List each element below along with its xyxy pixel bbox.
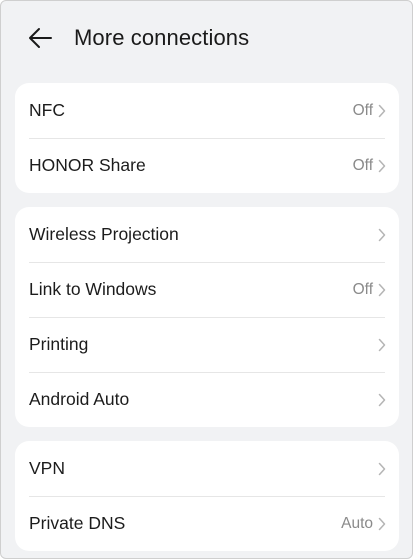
row-trailing	[378, 393, 386, 407]
row-label: Wireless Projection	[29, 224, 179, 244]
settings-group-network: VPN Private DNS Auto	[15, 441, 399, 551]
row-trailing: Off	[353, 102, 386, 120]
row-trailing: Off	[353, 281, 386, 299]
back-button[interactable]	[23, 21, 57, 55]
chevron-right-icon	[378, 517, 386, 530]
row-value: Auto	[341, 514, 373, 532]
row-trailing: Off	[353, 157, 386, 175]
row-label: Link to Windows	[29, 279, 157, 299]
arrow-left-icon	[29, 28, 52, 48]
settings-group-nearby: NFC Off HONOR Share Off	[15, 83, 399, 193]
row-label: Android Auto	[29, 389, 130, 409]
row-label: NFC	[29, 100, 65, 120]
row-label: HONOR Share	[29, 155, 146, 175]
row-value: Off	[352, 280, 373, 298]
settings-row-private-dns[interactable]: Private DNS Auto	[15, 496, 399, 551]
chevron-right-icon	[378, 283, 386, 296]
chevron-right-icon	[378, 338, 386, 351]
chevron-right-icon	[378, 228, 386, 241]
settings-row-link-to-windows[interactable]: Link to Windows Off	[15, 262, 399, 317]
settings-screen: More connections NFC Off HONOR Share Off…	[0, 0, 413, 559]
settings-row-printing[interactable]: Printing	[15, 317, 399, 372]
row-value: Off	[352, 101, 373, 119]
row-value: Off	[352, 156, 373, 174]
row-trailing	[378, 338, 386, 352]
row-trailing	[378, 462, 386, 476]
app-header: More connections	[1, 1, 412, 75]
row-label: Private DNS	[29, 513, 126, 533]
settings-row-vpn[interactable]: VPN	[15, 441, 399, 496]
chevron-right-icon	[378, 393, 386, 406]
row-label: Printing	[29, 334, 89, 354]
row-label: VPN	[29, 458, 65, 478]
chevron-right-icon	[378, 462, 386, 475]
row-trailing	[378, 228, 386, 242]
settings-row-nfc[interactable]: NFC Off	[15, 83, 399, 138]
settings-row-android-auto[interactable]: Android Auto	[15, 372, 399, 427]
chevron-right-icon	[378, 104, 386, 117]
page-title: More connections	[74, 25, 250, 50]
chevron-right-icon	[378, 159, 386, 172]
settings-group-projection: Wireless Projection Link to Windows Off …	[15, 207, 399, 427]
settings-row-honor-share[interactable]: HONOR Share Off	[15, 138, 399, 193]
row-trailing: Auto	[341, 515, 386, 533]
settings-row-wireless-projection[interactable]: Wireless Projection	[15, 207, 399, 262]
